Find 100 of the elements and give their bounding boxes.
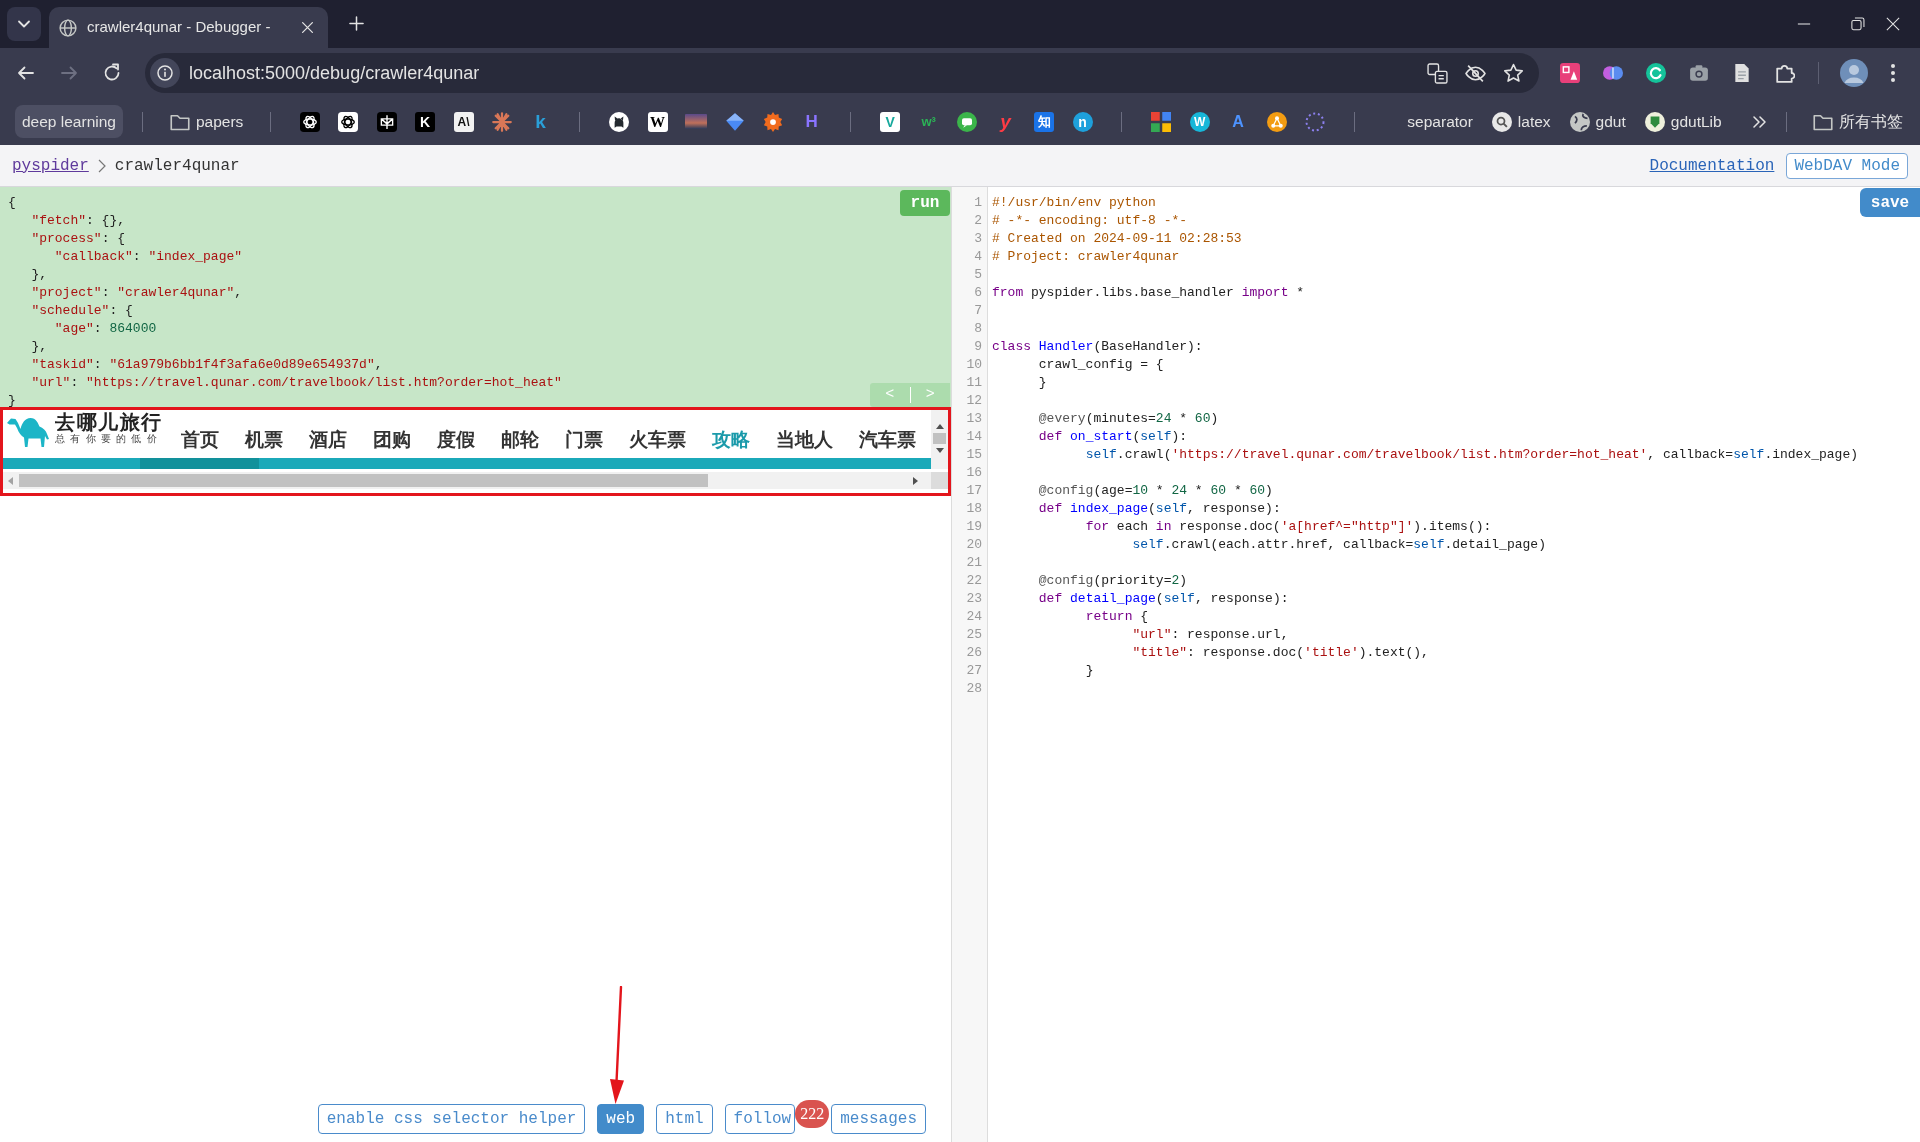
bookmark-link[interactable]: separator bbox=[1374, 104, 1480, 139]
scrollbar-thumb[interactable] bbox=[933, 433, 946, 444]
scroll-down-arrow-icon[interactable] bbox=[935, 448, 944, 453]
nodes-icon[interactable] bbox=[1266, 111, 1287, 132]
scroll-right-arrow-icon[interactable] bbox=[913, 476, 918, 485]
line-number: 15 bbox=[966, 446, 982, 464]
nav-link[interactable]: 邮轮 bbox=[501, 428, 539, 452]
line-number: 12 bbox=[966, 392, 982, 410]
bookmark-link[interactable]: deep learning bbox=[15, 104, 123, 139]
line-number: 24 bbox=[966, 608, 982, 626]
diamond-icon[interactable] bbox=[724, 111, 745, 132]
toolbar-button[interactable]: follow bbox=[724, 1104, 796, 1134]
documentation-link[interactable]: Documentation bbox=[1649, 153, 1775, 178]
nav-link[interactable]: 度假 bbox=[437, 428, 475, 452]
scrollbar-corner bbox=[931, 472, 948, 489]
nav-link[interactable]: 机票 bbox=[245, 428, 283, 452]
json-line: { bbox=[8, 194, 16, 212]
nav-link[interactable]: 火车票 bbox=[629, 428, 686, 452]
gear-icon[interactable] bbox=[763, 111, 784, 132]
bookmark-link[interactable]: gdutLib bbox=[1637, 104, 1729, 139]
letter-logo[interactable]: 知 bbox=[1034, 111, 1055, 132]
letter-logo[interactable]: A\ bbox=[453, 111, 474, 132]
bookmark-folder[interactable]: 所有书签 bbox=[1806, 104, 1910, 139]
line-number: 16 bbox=[966, 464, 982, 482]
crossed-box-logo-icon[interactable] bbox=[376, 111, 397, 132]
plus-icon[interactable] bbox=[349, 16, 364, 31]
nav-link[interactable]: 首页 bbox=[181, 428, 219, 452]
nav-link[interactable]: 门票 bbox=[565, 428, 603, 452]
address-bar[interactable]: localhost:5000/debug/crawler4qunar bbox=[145, 53, 1539, 93]
letter-logo[interactable]: w³ bbox=[918, 111, 939, 132]
more-vert-icon[interactable] bbox=[1891, 64, 1895, 82]
breadcrumb-current: crawler4qunar bbox=[114, 155, 240, 177]
json-line: "url": "https://travel.qunar.com/travelbook/list.htm?order=hot_heat" bbox=[30, 374, 562, 392]
star-icon[interactable] bbox=[1503, 62, 1524, 84]
line-number: 14 bbox=[966, 428, 982, 446]
nav-link[interactable]: 当地人 bbox=[776, 428, 833, 452]
sunburst-icon[interactable] bbox=[492, 111, 513, 132]
restore-icon[interactable] bbox=[1851, 17, 1865, 31]
knot-logo-icon[interactable] bbox=[299, 111, 320, 132]
close-icon[interactable] bbox=[301, 21, 314, 34]
shield-badge-icon bbox=[1644, 111, 1665, 132]
reload-icon[interactable] bbox=[102, 63, 122, 83]
search-icon bbox=[1491, 111, 1512, 132]
double-chevron-icon[interactable] bbox=[1753, 115, 1766, 128]
letter-logo[interactable]: A bbox=[1228, 111, 1249, 132]
toolbar-button[interactable]: html bbox=[656, 1104, 713, 1134]
toolbar-button[interactable]: web bbox=[597, 1104, 645, 1134]
code-line: def detail_page(self, response): bbox=[1037, 590, 1289, 608]
knot-logo-icon[interactable] bbox=[338, 111, 359, 132]
document-icon[interactable] bbox=[1732, 63, 1752, 83]
dotted-circle-icon[interactable] bbox=[1305, 111, 1326, 132]
webdav-mode-button[interactable]: WebDAV Mode bbox=[1786, 152, 1908, 179]
code-line: crawl_config = { bbox=[1037, 356, 1164, 374]
json-line: "process": { bbox=[30, 230, 126, 248]
letter-logo[interactable]: W bbox=[647, 111, 668, 132]
translate-icon[interactable] bbox=[1427, 62, 1448, 84]
browser-tab[interactable]: crawler4qunar - Debugger - bbox=[49, 7, 328, 48]
eye-slash-icon[interactable] bbox=[1465, 62, 1486, 84]
code-line: def on_start(self): bbox=[1037, 428, 1188, 446]
toolbar-button[interactable]: enable css selector helper bbox=[317, 1104, 586, 1134]
horizontal-scrollbar[interactable] bbox=[3, 472, 931, 489]
code-line: # Created on 2024-09-11 02:28:53 bbox=[992, 230, 1242, 248]
json-line: "schedule": { bbox=[30, 302, 133, 320]
json-line: }, bbox=[30, 266, 47, 284]
tab-search-button[interactable] bbox=[7, 7, 41, 41]
code-line: self.crawl(each.attr.href, callback=self.detail_page) bbox=[1131, 536, 1546, 554]
line-number: 9 bbox=[974, 338, 982, 356]
blocks-logo-icon[interactable] bbox=[1151, 111, 1172, 132]
code-line: from pyspider.libs.base_handler import * bbox=[992, 284, 1305, 302]
letter-logo[interactable]: K bbox=[415, 111, 436, 132]
save-button[interactable]: save bbox=[1860, 188, 1920, 217]
nav-link[interactable]: 汽车票 bbox=[859, 428, 916, 452]
vertical-scrollbar[interactable] bbox=[931, 410, 948, 469]
line-number: 4 bbox=[974, 248, 982, 266]
avatar-icon[interactable] bbox=[1840, 59, 1868, 87]
overlapping-circles-icon[interactable] bbox=[1603, 63, 1623, 83]
bookmark-link[interactable]: gdut bbox=[1562, 104, 1633, 139]
puzzle-icon[interactable] bbox=[1775, 63, 1795, 83]
chat-bubble-icon[interactable] bbox=[957, 111, 978, 132]
line-number: 25 bbox=[966, 626, 982, 644]
close-icon[interactable] bbox=[1886, 17, 1900, 31]
line-number: 8 bbox=[974, 320, 982, 338]
toolbar-button[interactable]: messages bbox=[831, 1104, 926, 1134]
code-line: "url": response.url, bbox=[1131, 626, 1289, 644]
breadcrumb-link[interactable]: pyspider bbox=[12, 153, 89, 178]
nav-link[interactable]: 团购 bbox=[373, 428, 411, 452]
scroll-up-arrow-icon[interactable] bbox=[935, 424, 944, 429]
json-line: "age": 864000 bbox=[53, 320, 157, 338]
camera-icon[interactable] bbox=[1689, 63, 1709, 83]
landscape-thumbnail-icon[interactable] bbox=[685, 114, 708, 129]
bookmark-link[interactable]: latex bbox=[1484, 104, 1558, 139]
code-line: @config(priority=2) bbox=[1037, 572, 1188, 590]
letter-logo[interactable]: k bbox=[530, 111, 551, 132]
cat-logo-icon[interactable] bbox=[609, 111, 630, 132]
circle-logo-icon[interactable] bbox=[1646, 63, 1666, 83]
bookmark-folder[interactable]: papers bbox=[162, 104, 251, 139]
nav-link[interactable]: 酒店 bbox=[309, 428, 347, 452]
shapes-tile-icon[interactable] bbox=[1560, 63, 1580, 83]
scrollbar-thumb[interactable] bbox=[19, 474, 708, 487]
info-icon[interactable] bbox=[150, 58, 180, 88]
